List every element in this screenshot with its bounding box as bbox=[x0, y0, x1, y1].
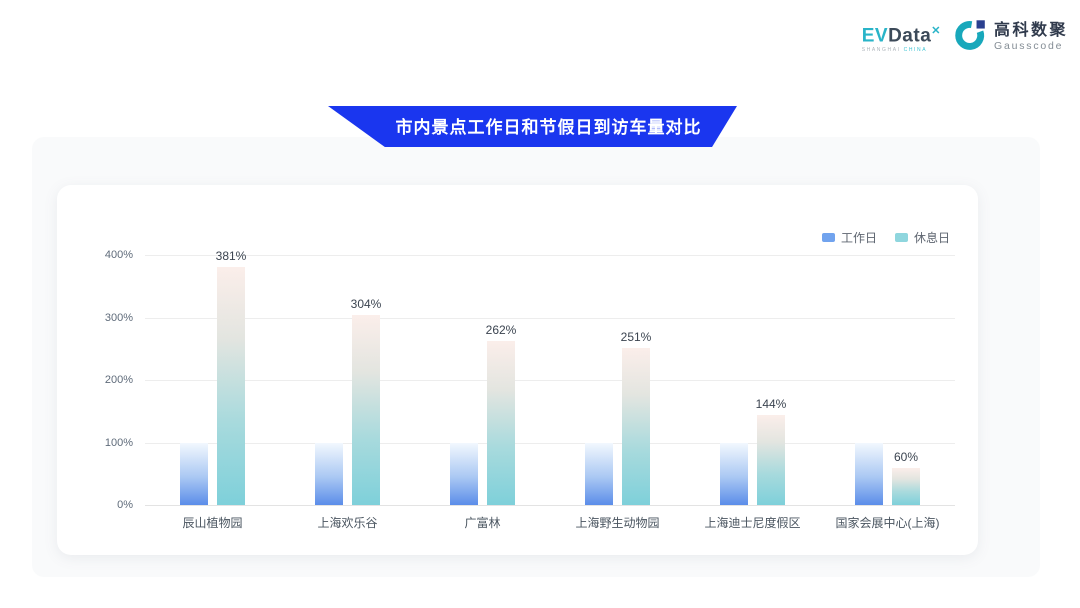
bar-value-label: 381% bbox=[196, 249, 266, 263]
bar-restday bbox=[892, 468, 920, 506]
bar-group: 60%国家会展中心(上海) bbox=[820, 255, 955, 505]
y-axis-tick: 300% bbox=[73, 312, 133, 324]
x-axis-label: 国家会展中心(上海) bbox=[820, 514, 955, 531]
gausscode-logo: 高科数聚 Gausscode bbox=[955, 18, 1068, 56]
title-banner: 市内景点工作日和节假日到访车量对比 bbox=[328, 106, 737, 147]
y-axis-tick: 400% bbox=[73, 249, 133, 261]
bar-restday bbox=[487, 341, 515, 505]
x-axis-label: 上海欢乐谷 bbox=[280, 514, 415, 531]
content-panel: 工作日休息日 0%100%200%300%400%381%辰山植物园304%上海… bbox=[32, 137, 1040, 577]
x-axis-label: 上海迪士尼度假区 bbox=[685, 514, 820, 531]
y-axis-tick: 200% bbox=[73, 374, 133, 386]
bar-workday bbox=[180, 443, 208, 506]
page: EVData✕ SHANGHAI CHINA 高科数聚 Gausscode 市内… bbox=[0, 0, 1080, 608]
evdata-subtext: SHANGHAI CHINA bbox=[862, 47, 927, 53]
evdata-wordmark: EVData✕ bbox=[862, 22, 941, 45]
bar-workday bbox=[450, 443, 478, 506]
bar-restday bbox=[757, 415, 785, 505]
bar-workday bbox=[585, 443, 613, 506]
legend-label: 休息日 bbox=[914, 229, 950, 246]
bar-restday bbox=[352, 315, 380, 505]
legend-marker-icon bbox=[895, 233, 908, 242]
bar-group: 144%上海迪士尼度假区 bbox=[685, 255, 820, 505]
y-axis-tick: 0% bbox=[73, 499, 133, 511]
legend-marker-icon bbox=[822, 233, 835, 242]
legend-item-0[interactable]: 工作日 bbox=[822, 229, 877, 246]
gausscode-cn: 高科数聚 bbox=[994, 22, 1068, 40]
evdata-logo: EVData✕ SHANGHAI CHINA bbox=[862, 18, 941, 53]
bar-value-label: 304% bbox=[331, 297, 401, 311]
bar-group: 262%广富林 bbox=[415, 255, 550, 505]
chart-plot-area: 0%100%200%300%400%381%辰山植物园304%上海欢乐谷262%… bbox=[145, 255, 955, 505]
page-title: 市内景点工作日和节假日到访车量对比 bbox=[396, 113, 702, 140]
legend-label: 工作日 bbox=[841, 229, 877, 246]
gausscode-en: Gausscode bbox=[994, 40, 1068, 52]
bar-group: 251%上海野生动物园 bbox=[550, 255, 685, 505]
y-axis-tick: 100% bbox=[73, 437, 133, 449]
gridline bbox=[145, 505, 955, 506]
bar-workday bbox=[720, 443, 748, 506]
bar-group: 381%辰山植物园 bbox=[145, 255, 280, 505]
bar-value-label: 262% bbox=[466, 323, 536, 337]
bar-workday bbox=[315, 443, 343, 506]
chart-legend: 工作日 休息日 bbox=[822, 229, 950, 246]
gausscode-text: 高科数聚 Gausscode bbox=[994, 22, 1068, 52]
gausscode-c-icon bbox=[955, 18, 988, 56]
legend-item-1[interactable]: 休息日 bbox=[895, 229, 950, 246]
x-axis-label: 广富林 bbox=[415, 514, 550, 531]
bar-value-label: 60% bbox=[871, 450, 941, 464]
bar-value-label: 144% bbox=[736, 397, 806, 411]
evdata-x-mark: ✕ bbox=[931, 25, 941, 37]
bar-group: 304%上海欢乐谷 bbox=[280, 255, 415, 505]
bar-restday bbox=[622, 348, 650, 505]
bar-value-label: 251% bbox=[601, 330, 671, 344]
bar-restday bbox=[217, 267, 245, 505]
x-axis-label: 上海野生动物园 bbox=[550, 514, 685, 531]
chart-card: 工作日休息日 0%100%200%300%400%381%辰山植物园304%上海… bbox=[57, 185, 978, 555]
bar-chart: 工作日休息日 0%100%200%300%400%381%辰山植物园304%上海… bbox=[57, 185, 978, 555]
x-axis-label: 辰山植物园 bbox=[145, 514, 280, 531]
header-logos: EVData✕ SHANGHAI CHINA 高科数聚 Gausscode bbox=[862, 18, 1068, 56]
